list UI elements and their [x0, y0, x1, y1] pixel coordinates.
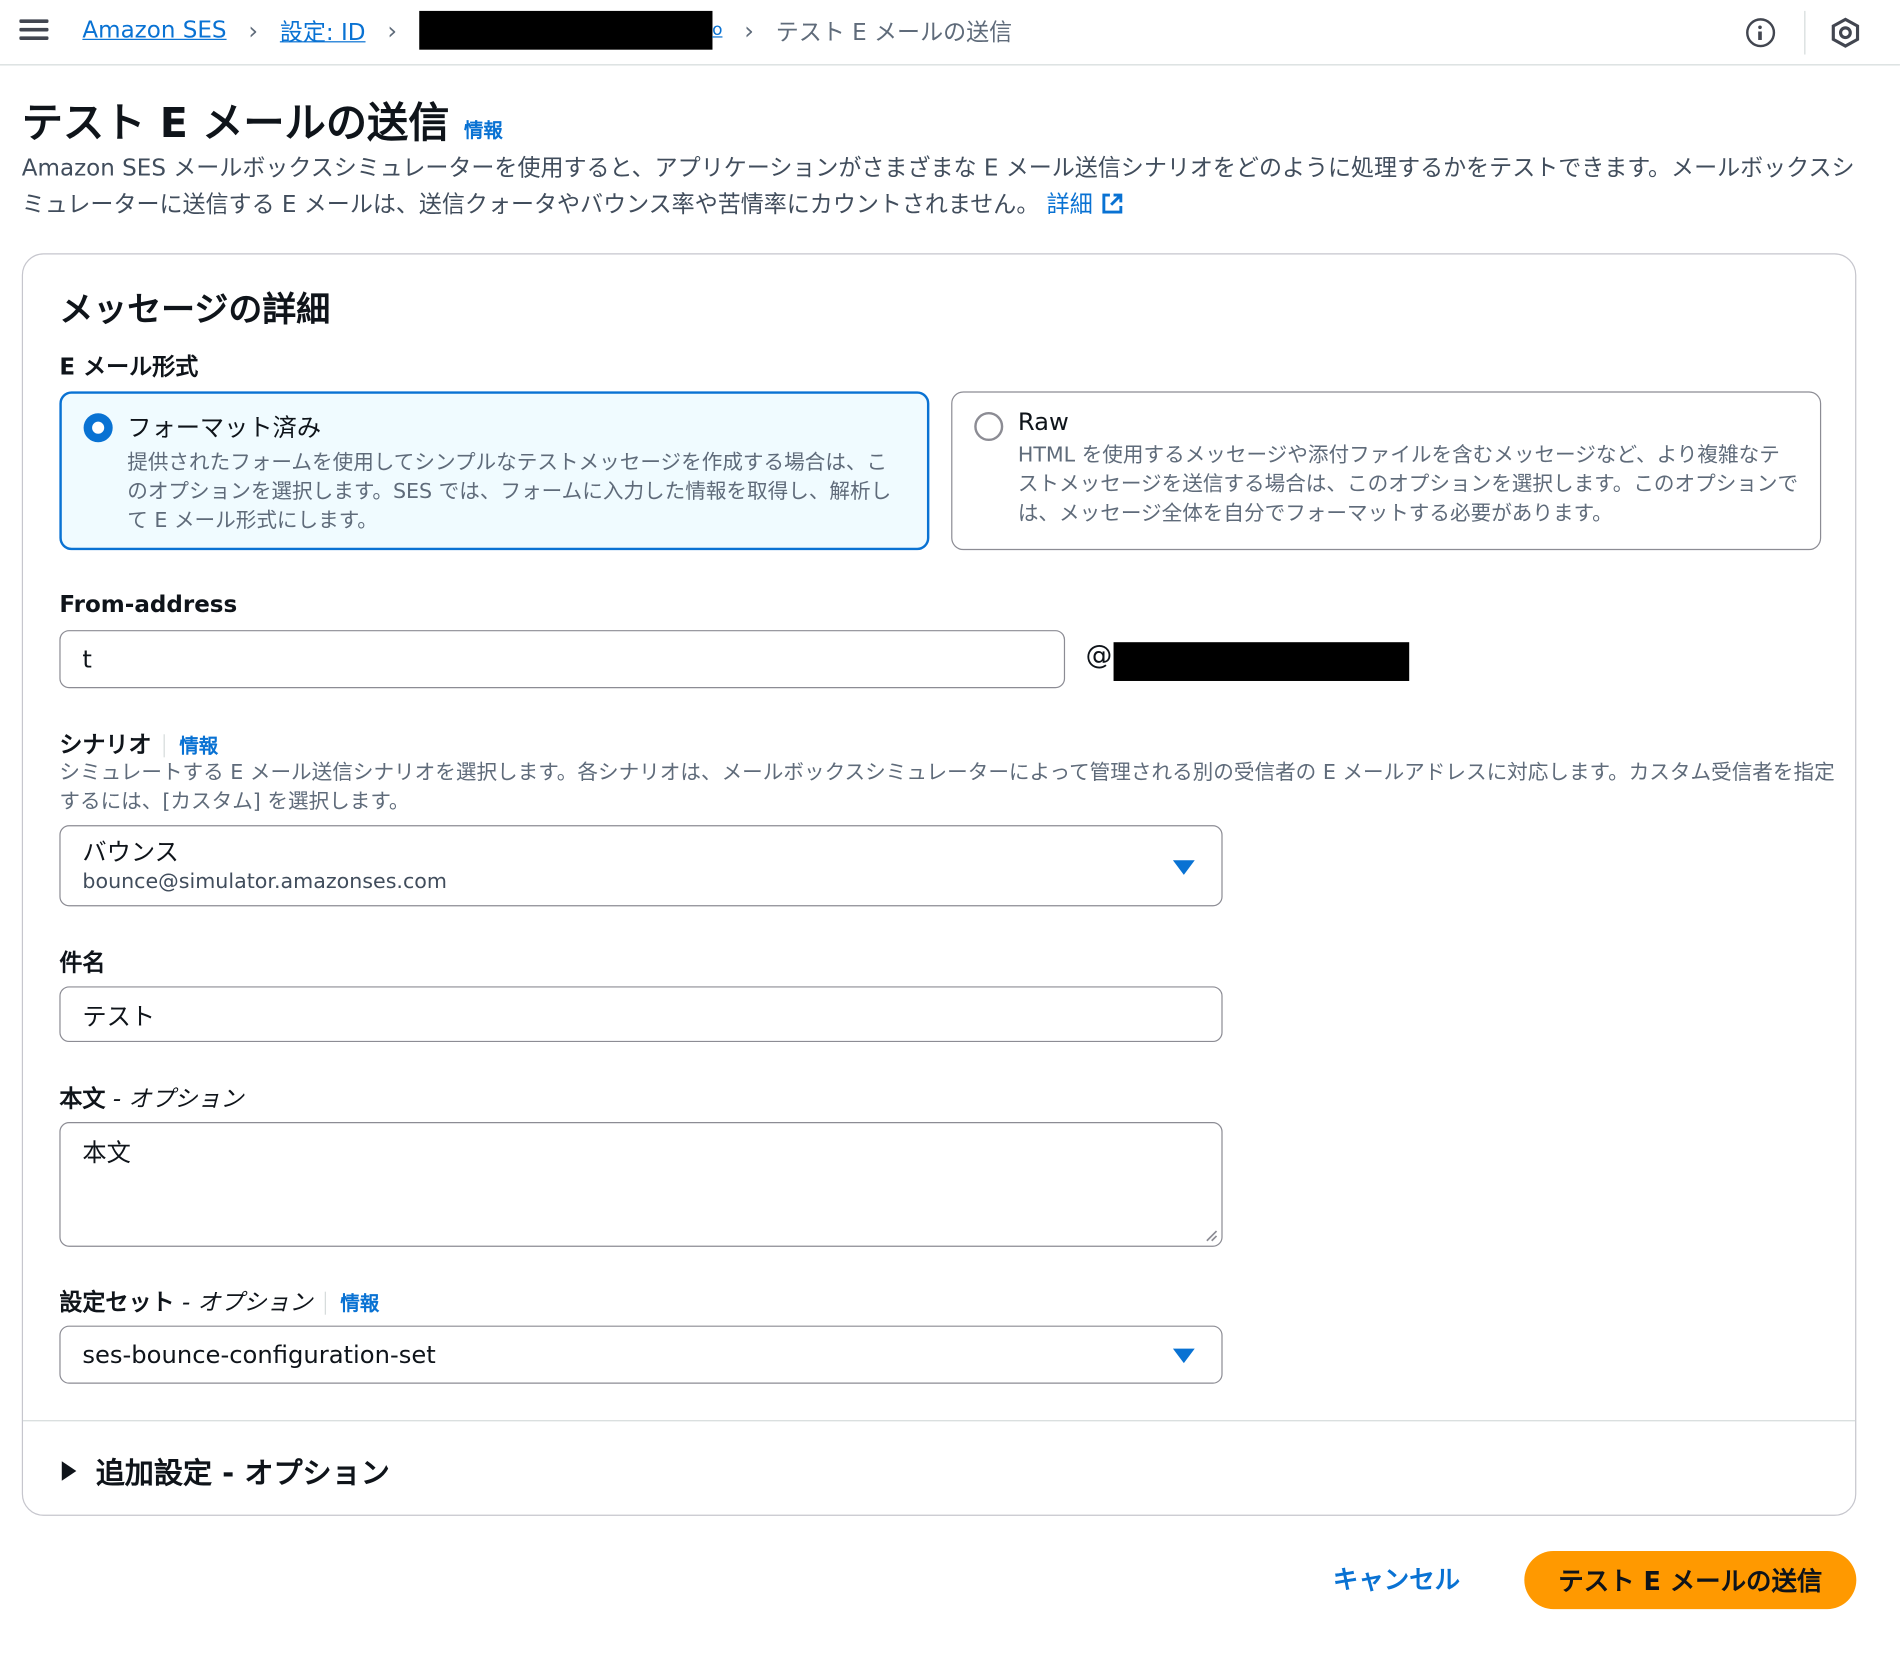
config-set-info-link[interactable]: 情報	[324, 1291, 380, 1315]
redaction-block	[418, 10, 713, 50]
breadcrumb-amazon-ses[interactable]: Amazon SES	[82, 17, 226, 44]
format-option-title: Raw	[1017, 407, 1069, 437]
format-option-description: HTML を使用するメッセージや添付ファイルを含むメッセージなど、より複雑なテス…	[1017, 443, 1799, 526]
additional-settings-label: 追加設定 - オプション	[95, 1456, 390, 1491]
scenario-info-link[interactable]: 情報	[163, 734, 219, 757]
page-header: テスト E メールの送信 情報	[22, 90, 503, 149]
chevron-right-icon: ›	[248, 15, 259, 45]
learn-more-label: 詳細	[1046, 191, 1093, 219]
menu-icon[interactable]	[19, 15, 49, 44]
breadcrumb-redacted-tail[interactable]: o	[712, 21, 722, 40]
page-description-text: Amazon SES メールボックスシミュレーターを使用すると、アプリケーション…	[21, 155, 1855, 219]
additional-settings-toggle[interactable]: 追加設定 - オプション	[61, 1449, 390, 1491]
body-optional: - オプション	[105, 1085, 244, 1113]
format-option-title: フォーマット済み	[127, 413, 322, 443]
divider	[1804, 10, 1806, 55]
radio-selected[interactable]	[83, 413, 113, 443]
info-icon[interactable]	[1746, 18, 1776, 48]
subject-value: テスト	[82, 1001, 156, 1031]
breadcrumb-current: テスト E メールの送信	[775, 18, 1013, 46]
breadcrumb: Amazon SES › 設定: ID › o › テスト E メールの送信	[82, 10, 1013, 50]
send-test-email-button[interactable]: テスト E メールの送信	[1524, 1550, 1857, 1610]
config-set-value: ses-bounce-configuration-set	[82, 1340, 436, 1370]
caret-down-icon	[1172, 860, 1195, 875]
chevron-right-icon: ›	[387, 15, 398, 45]
config-set-optional: - オプション	[174, 1289, 313, 1316]
cancel-button[interactable]: キャンセル	[1333, 1561, 1460, 1597]
body-textarea[interactable]: 本文	[59, 1122, 1223, 1247]
subject-label: 件名	[59, 949, 106, 977]
email-format-label: E メール形式	[59, 353, 199, 381]
from-address-label: From-address	[59, 591, 238, 618]
caret-down-icon	[1172, 1348, 1195, 1364]
page-info-link[interactable]: 情報	[464, 114, 503, 143]
message-details-container: メッセージの詳細 E メール形式 フォーマット済み 提供されたフォームを使用して…	[21, 253, 1857, 1516]
divider	[23, 1420, 1856, 1422]
scenario-selected-email: bounce@simulator.amazonses.com	[82, 869, 447, 894]
body-label-row: 本文 - オプション	[59, 1081, 243, 1114]
from-address-value: t	[82, 644, 92, 674]
config-set-label: 設定セット	[59, 1289, 175, 1316]
body-value: 本文	[82, 1137, 131, 1167]
format-option-description: 提供されたフォームを使用してシンプルなテストメッセージを作成する場合は、このオプ…	[127, 450, 892, 534]
domain-redaction	[1113, 642, 1410, 681]
format-option-raw[interactable]: Raw HTML を使用するメッセージや添付ファイルを含むメッセージなど、より複…	[951, 391, 1822, 551]
format-option-formatted[interactable]: フォーマット済み 提供されたフォームを使用してシンプルなテストメッセージを作成す…	[59, 391, 930, 551]
hexagon-settings-icon[interactable]	[1830, 17, 1862, 49]
page-description: Amazon SES メールボックスシミュレーターを使用すると、アプリケーション…	[22, 150, 1864, 223]
scenario-selected-label: バウンス	[82, 836, 179, 866]
section-title: メッセージの詳細	[59, 289, 331, 330]
body-label: 本文	[59, 1085, 106, 1113]
page-root: Amazon SES › 設定: ID › o › テスト E メールの送信 テ…	[0, 0, 1900, 1656]
at-sign: @	[1085, 640, 1113, 672]
config-set-label-row: 設定セット - オプション 情報	[59, 1284, 380, 1317]
scenario-select[interactable]: バウンス bounce@simulator.amazonses.com	[59, 825, 1223, 907]
external-link-icon	[1102, 193, 1123, 214]
from-address-input[interactable]: t	[59, 630, 1066, 689]
config-set-select[interactable]: ses-bounce-configuration-set	[59, 1325, 1223, 1384]
top-navigation-bar: Amazon SES › 設定: ID › o › テスト E メールの送信	[0, 0, 1900, 66]
breadcrumb-config-id[interactable]: 設定: ID	[280, 14, 366, 47]
caret-right-icon	[61, 1460, 77, 1481]
page-title: テスト E メールの送信	[21, 99, 450, 148]
breadcrumb-redacted-identity[interactable]: o	[418, 10, 722, 50]
scenario-hint: シミュレートする E メール送信シナリオを選択します。各シナリオは、メールボック…	[59, 760, 1835, 815]
top-tools	[1746, 0, 1900, 65]
scenario-label: シナリオ	[59, 731, 152, 759]
subject-input[interactable]: テスト	[59, 986, 1223, 1043]
learn-more-link[interactable]: 詳細	[1047, 191, 1125, 218]
scenario-label-row: シナリオ 情報	[59, 727, 219, 760]
chevron-right-icon: ›	[744, 15, 754, 45]
radio-unselected[interactable]	[974, 411, 1004, 442]
resize-handle-icon[interactable]	[1203, 1227, 1218, 1242]
